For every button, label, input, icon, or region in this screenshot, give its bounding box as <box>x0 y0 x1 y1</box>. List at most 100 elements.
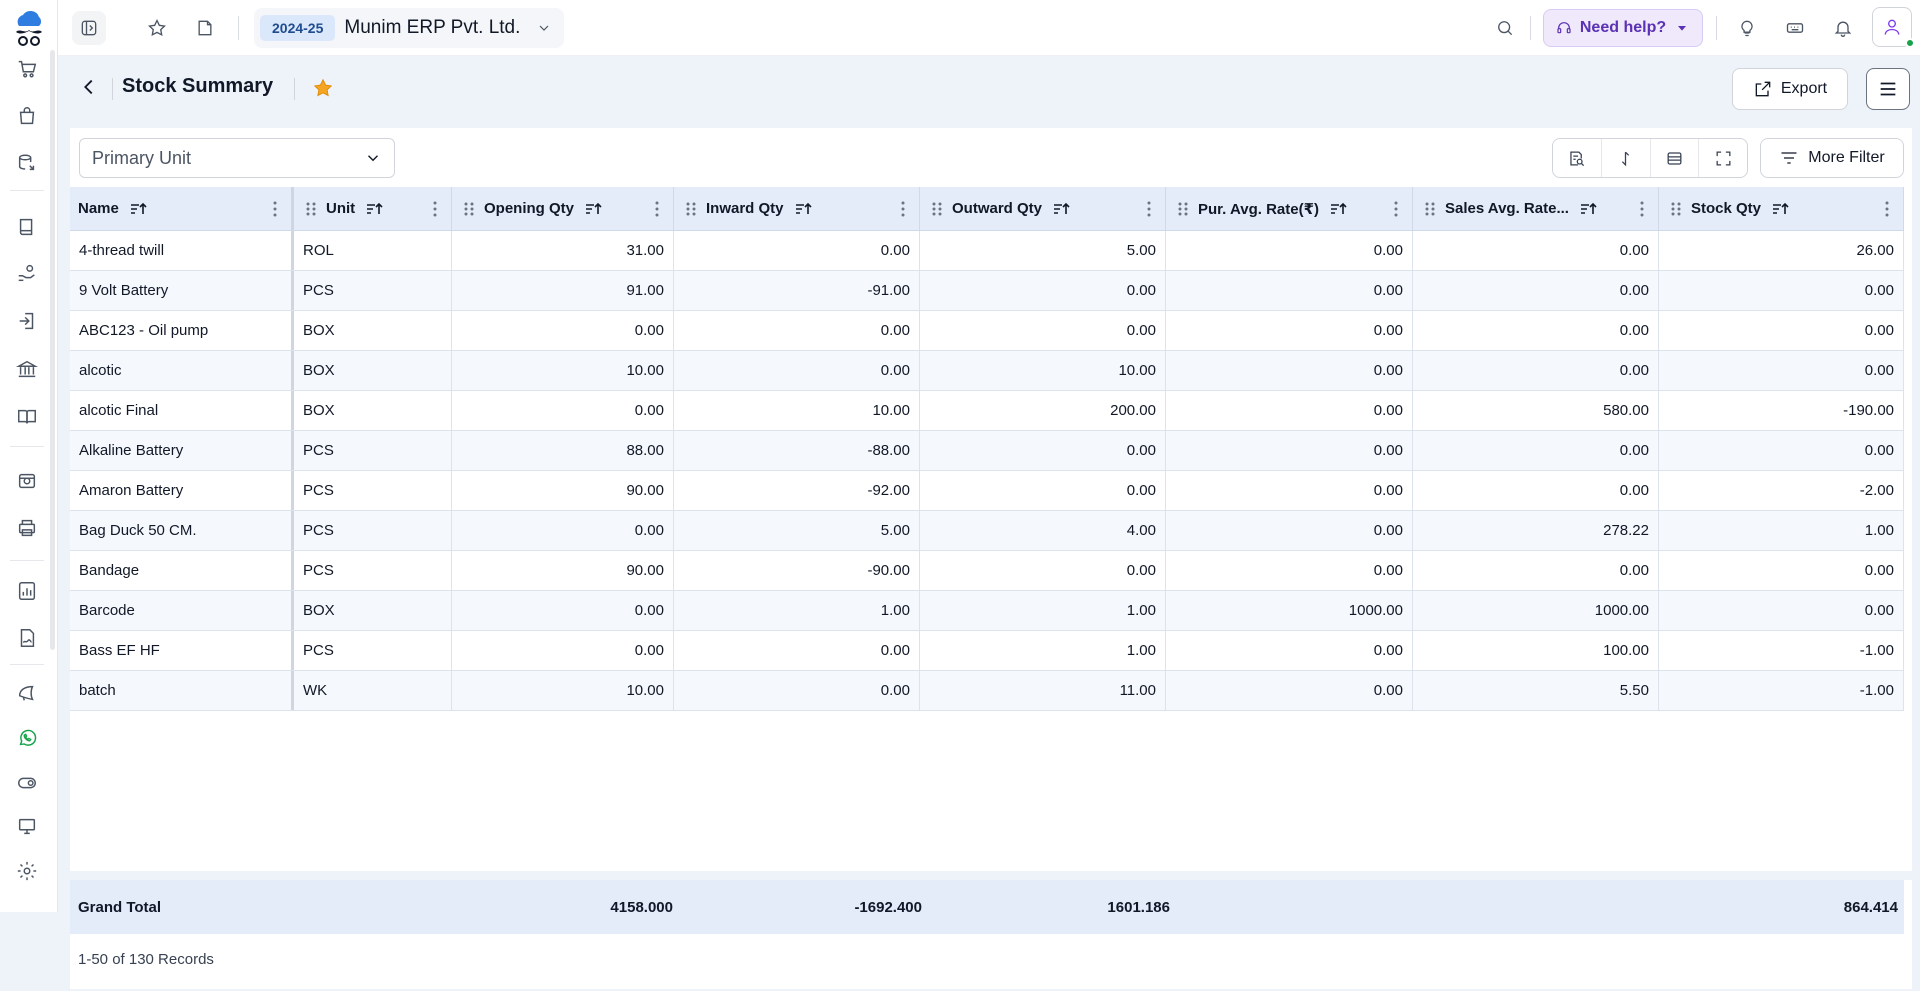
sidebar-item-toggle[interactable] <box>14 770 40 796</box>
monitor-icon <box>18 818 36 835</box>
sort-icon[interactable] <box>1052 201 1070 217</box>
cell-inward-qty: 0.00 <box>674 631 920 670</box>
table-row[interactable]: alcotic Final BOX 0.00 10.00 200.00 0.00 580.0… <box>70 391 1904 431</box>
table-body[interactable]: 4-thread twill ROL 31.00 0.00 5.00 0.00 0.00 26… <box>70 231 1904 711</box>
table-row[interactable]: Bag Duck 50 CM. PCS 0.00 5.00 4.00 0.00 278.22… <box>70 511 1904 551</box>
table-row[interactable]: 9 Volt Battery PCS 91.00 -91.00 0.00 0.00 0.00… <box>70 271 1904 311</box>
page-menu-button[interactable] <box>1866 68 1910 110</box>
column-header-stock-qty[interactable]: Stock Qty <box>1659 187 1904 230</box>
sidebar-item-reports[interactable] <box>14 578 40 604</box>
sidebar-item-expenses[interactable] <box>14 308 40 334</box>
column-header-pur-avg-rate[interactable]: Pur. Avg. Rate(₹) <box>1166 187 1413 230</box>
sidebar-item-bank[interactable] <box>14 356 40 382</box>
drag-handle-icon[interactable] <box>930 201 944 217</box>
sort-icon[interactable] <box>1771 201 1789 217</box>
sort-icon[interactable] <box>584 201 602 217</box>
search-report-button[interactable] <box>1553 139 1602 177</box>
table-row[interactable]: alcotic BOX 10.00 0.00 10.00 0.00 0.00 0.00 <box>70 351 1904 391</box>
column-menu-icon[interactable] <box>1394 201 1398 217</box>
sidebar-item-books[interactable] <box>14 214 40 240</box>
drag-handle-icon[interactable] <box>1669 201 1683 217</box>
sort-icon[interactable] <box>129 201 147 217</box>
cell-name: ABC123 - Oil pump <box>70 311 294 350</box>
sidebar-item-whatsapp[interactable] <box>14 725 40 751</box>
column-menu-icon[interactable] <box>1147 201 1151 217</box>
notes-button[interactable] <box>188 11 222 45</box>
sort-icon[interactable] <box>1579 201 1597 217</box>
sort-icon[interactable] <box>1329 201 1347 217</box>
cell-sales-avg-rate: 0.00 <box>1413 311 1659 350</box>
cell-unit: PCS <box>294 431 452 470</box>
table-row[interactable]: Barcode BOX 0.00 1.00 1.00 1000.00 1000.00 0.00 <box>70 591 1904 631</box>
sidebar-item-documents[interactable] <box>14 625 40 651</box>
table-row[interactable]: Bass EF HF PCS 0.00 0.00 1.00 0.00 100.00 -1.00 <box>70 631 1904 671</box>
cell-outward-qty: 0.00 <box>920 311 1166 350</box>
column-menu-icon[interactable] <box>901 201 905 217</box>
drag-handle-icon[interactable] <box>304 201 318 217</box>
drag-handle-icon[interactable] <box>462 201 476 217</box>
table-row[interactable]: Bandage PCS 90.00 -90.00 0.00 0.00 0.00 0.00 <box>70 551 1904 591</box>
sidebar-item-inventory[interactable] <box>14 150 40 176</box>
column-menu-icon[interactable] <box>433 201 437 217</box>
sort-button[interactable] <box>1602 139 1651 177</box>
user-avatar-button[interactable] <box>1872 7 1915 48</box>
sidebar-item-gst[interactable] <box>14 468 40 494</box>
sidebar-item-parties[interactable] <box>14 260 40 286</box>
column-header-inward-qty[interactable]: Inward Qty <box>674 187 920 230</box>
book-icon <box>19 218 33 236</box>
table-row[interactable]: Alkaline Battery PCS 88.00 -88.00 0.00 0.00 0.… <box>70 431 1904 471</box>
global-search-button[interactable] <box>1488 11 1522 45</box>
notifications-button[interactable] <box>1826 11 1860 45</box>
column-menu-icon[interactable] <box>1885 201 1889 217</box>
cell-unit: PCS <box>294 551 452 590</box>
cell-inward-qty: 10.00 <box>674 391 920 430</box>
table-row[interactable]: 4-thread twill ROL 31.00 0.00 5.00 0.00 0.00 26… <box>70 231 1904 271</box>
sidebar-item-marketing[interactable] <box>14 680 40 706</box>
sort-icon[interactable] <box>794 201 812 217</box>
sidebar-item-purchase[interactable] <box>14 103 40 129</box>
app-logo-icon[interactable] <box>11 8 47 50</box>
column-header-sales-avg-rate[interactable]: Sales Avg. Rate... <box>1413 187 1659 230</box>
unit-select[interactable]: Primary Unit <box>79 138 395 178</box>
page-title: Stock Summary <box>122 75 274 97</box>
column-menu-icon[interactable] <box>1640 201 1644 217</box>
back-button[interactable] <box>78 76 100 98</box>
hand-coin-icon <box>18 264 35 282</box>
column-menu-icon[interactable] <box>655 201 659 217</box>
fullscreen-button[interactable] <box>1699 139 1747 177</box>
column-header-outward-qty[interactable]: Outward Qty <box>920 187 1166 230</box>
drag-handle-icon[interactable] <box>1423 201 1437 217</box>
drag-handle-icon[interactable] <box>1176 201 1190 217</box>
favorites-button[interactable] <box>140 11 174 45</box>
need-help-button[interactable]: Need help? <box>1543 9 1703 47</box>
collapse-sidebar-button[interactable] <box>72 11 106 45</box>
company-selector[interactable]: 2024-25 Munim ERP Pvt. Ltd. <box>254 8 564 48</box>
more-filter-button[interactable]: More Filter <box>1760 138 1904 178</box>
column-header-name[interactable]: Name <box>70 187 294 230</box>
total-inward-qty: -1692.400 <box>854 898 922 916</box>
keyboard-shortcuts-button[interactable] <box>1778 11 1812 45</box>
sidebar-item-printer[interactable] <box>14 515 40 541</box>
cell-outward-qty: 0.00 <box>920 551 1166 590</box>
column-layout-button[interactable] <box>1651 139 1700 177</box>
table-row[interactable]: Amaron Battery PCS 90.00 -92.00 0.00 0.00 0.00… <box>70 471 1904 511</box>
sidebar-item-desktop[interactable] <box>14 814 40 840</box>
cell-inward-qty: 0.00 <box>674 671 920 710</box>
sidebar-item-ledger[interactable] <box>14 404 40 430</box>
sidebar-item-settings[interactable] <box>14 858 40 884</box>
export-button[interactable]: Export <box>1732 68 1848 110</box>
sidebar-scrollbar[interactable] <box>50 50 55 650</box>
favorite-star-icon[interactable] <box>312 77 334 99</box>
sort-icon[interactable] <box>365 201 383 217</box>
table-row[interactable]: ABC123 - Oil pump BOX 0.00 0.00 0.00 0.00 0.00… <box>70 311 1904 351</box>
column-header-unit[interactable]: Unit <box>294 187 452 230</box>
table-row[interactable]: batch WK 10.00 0.00 11.00 0.00 5.50 -1.00 <box>70 671 1904 711</box>
sidebar-item-sales[interactable] <box>14 56 40 82</box>
drag-handle-icon[interactable] <box>684 201 698 217</box>
cell-opening-qty: 91.00 <box>452 271 674 310</box>
cell-unit: WK <box>294 671 452 710</box>
tips-button[interactable] <box>1730 11 1764 45</box>
column-menu-icon[interactable] <box>273 201 277 217</box>
column-header-opening-qty[interactable]: Opening Qty <box>452 187 674 230</box>
cell-stock-qty: -190.00 <box>1659 391 1904 430</box>
